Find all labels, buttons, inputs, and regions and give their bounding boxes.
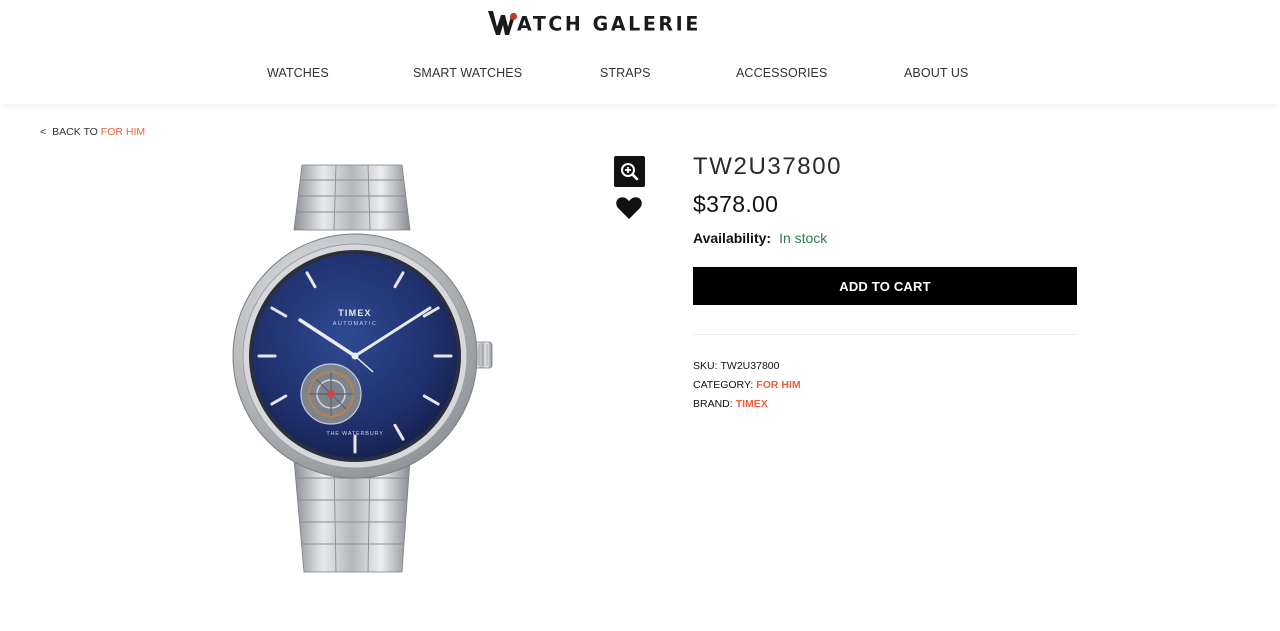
breadcrumb: < BACK TO FOR HIM bbox=[40, 126, 145, 138]
breadcrumb-link-for-him[interactable]: FOR HIM bbox=[101, 126, 145, 138]
watch-illustration: TIMEX AUTOMATIC THE WATERBURY bbox=[232, 164, 493, 573]
nav-accessories[interactable]: ACCESSORIES bbox=[736, 66, 827, 80]
product-title: TW2U37800 bbox=[693, 153, 843, 180]
add-to-cart-button[interactable]: ADD TO CART bbox=[693, 267, 1077, 305]
sku-row: SKU: TW2U37800 bbox=[693, 360, 779, 372]
zoom-button[interactable] bbox=[614, 156, 645, 187]
dial-model: THE WATERBURY bbox=[326, 431, 383, 437]
brand-row: BRAND: TIMEX bbox=[693, 398, 768, 410]
category-label: CATEGORY: bbox=[693, 379, 754, 391]
back-chevron-icon[interactable]: < bbox=[40, 126, 46, 138]
product-image[interactable]: TIMEX AUTOMATIC THE WATERBURY bbox=[228, 160, 500, 576]
divider bbox=[693, 334, 1077, 335]
nav-straps[interactable]: STRAPS bbox=[600, 66, 651, 80]
heart-icon bbox=[616, 197, 642, 219]
category-row: CATEGORY: FOR HIM bbox=[693, 379, 801, 391]
brand-label: BRAND: bbox=[693, 398, 733, 410]
breadcrumb-prefix: BACK TO bbox=[52, 126, 98, 138]
dial-sub: AUTOMATIC bbox=[333, 321, 377, 327]
availability-status: In stock bbox=[779, 230, 828, 246]
nav-smart-watches[interactable]: SMART WATCHES bbox=[413, 66, 522, 80]
category-link[interactable]: FOR HIM bbox=[756, 379, 800, 391]
sku-value: TW2U37800 bbox=[720, 360, 780, 372]
availability-label: Availability: bbox=[693, 230, 772, 246]
brand-link[interactable]: TIMEX bbox=[736, 398, 768, 410]
site-logo[interactable]: ATCH GALERIE bbox=[487, 6, 701, 36]
sku-label: SKU: bbox=[693, 360, 718, 372]
nav-watches[interactable]: WATCHES bbox=[267, 66, 329, 80]
availability: Availability: In stock bbox=[693, 230, 827, 246]
main-nav: WATCHES SMART WATCHES STRAPS ACCESSORIES… bbox=[0, 66, 1280, 84]
product-price: $378.00 bbox=[693, 191, 779, 217]
dial-brand: TIMEX bbox=[338, 308, 372, 318]
logo-mark-icon bbox=[488, 11, 518, 35]
nav-about-us[interactable]: ABOUT US bbox=[904, 66, 968, 80]
wishlist-button[interactable] bbox=[615, 195, 643, 221]
brand-name: ATCH GALERIE bbox=[517, 12, 701, 36]
site-header: ATCH GALERIE WATCHES SMART WATCHES STRAP… bbox=[0, 0, 1280, 104]
zoom-in-icon bbox=[621, 163, 639, 181]
